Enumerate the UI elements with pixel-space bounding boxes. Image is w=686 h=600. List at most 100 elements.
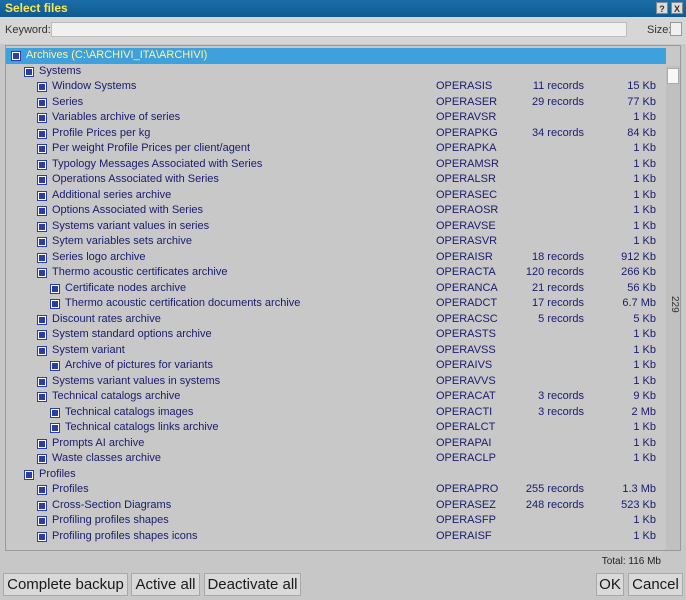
row-size: 1 Kb [633, 343, 656, 356]
row-records: 34 records [532, 126, 584, 139]
table-row[interactable]: Systems variant values in series OPERAVSE… [6, 219, 666, 235]
table-row[interactable]: Operations Associated with Series OPERALS… [6, 172, 666, 188]
row-checkbox[interactable] [37, 500, 47, 511]
row-records: 17 records [532, 297, 584, 309]
complete-backup-button[interactable]: Complete backup [3, 573, 128, 596]
row-checkbox[interactable] [37, 392, 47, 402]
table-row[interactable]: Cross-Section Diagrams OPERASEZ 248 record… [6, 498, 666, 514]
table-row[interactable]: Profile Prices per kg OPERAPKG 34 records 8… [6, 126, 666, 142]
table-row[interactable]: Thermo acoustic certification documents … [6, 296, 666, 312]
active-all-button[interactable]: Active all [131, 573, 200, 596]
table-row[interactable]: System variant OPERAVSS 1 Kb [6, 343, 666, 359]
row-size: 266 Kb [621, 266, 656, 278]
row-checkbox[interactable] [24, 66, 34, 77]
row-checkbox[interactable] [37, 97, 47, 108]
scroll-thumb[interactable] [667, 68, 679, 84]
row-size: 1 Kb [633, 452, 656, 464]
table-row[interactable]: Profiling profiles shapes icons OPERAISF 1… [6, 529, 666, 545]
row-checkbox[interactable] [37, 454, 47, 464]
row-name: Systems variant values in series [52, 219, 210, 232]
table-row[interactable]: Technical catalogs images OPERACTI 3 recor… [6, 405, 666, 421]
row-checkbox[interactable] [37, 206, 47, 216]
row-size: 1 Kb [633, 374, 656, 387]
row-name: Additional series archive [52, 188, 172, 201]
row-checkbox[interactable] [37, 376, 47, 387]
title-bar: Select files ? X [0, 0, 686, 17]
row-checkbox[interactable] [37, 221, 47, 232]
archive-tree: Archives (C:\ARCHIVI_ITA\ARCHIVI) Systems… [6, 48, 666, 544]
table-row[interactable]: Discount rates archive OPERACSC 5 records 5… [6, 312, 666, 328]
table-row[interactable]: Prompts AI archive OPERAPAI 1 Kb [6, 436, 666, 452]
row-checkbox[interactable] [37, 252, 47, 263]
tree-group[interactable]: Profiles [6, 467, 666, 483]
row-checkbox[interactable] [50, 407, 60, 418]
table-row[interactable]: System standard options archive OPERASTS 1… [6, 327, 666, 343]
row-code: OPERASEC [436, 188, 498, 201]
row-checkbox[interactable] [24, 469, 34, 480]
table-row[interactable]: Sytem variables sets archive OPERASVR 1 Kb [6, 234, 666, 250]
row-checkbox[interactable] [50, 423, 60, 433]
row-checkbox[interactable] [37, 190, 47, 201]
table-row[interactable]: Typology Messages Associated with Series… [6, 157, 666, 173]
row-code: OPERASVR [436, 235, 498, 247]
keyword-input[interactable] [51, 22, 627, 37]
table-row[interactable]: Additional series archive OPERASEC 1 Kb [6, 188, 666, 204]
table-row[interactable]: Options Associated with Series OPERAOSR 1 … [6, 203, 666, 219]
table-row[interactable]: Profiles OPERAPRO 255 records 1.3 Mb [6, 482, 666, 498]
row-checkbox[interactable] [37, 144, 47, 154]
deactivate-all-button[interactable]: Deactivate all [204, 573, 301, 596]
tree-group[interactable]: Systems [6, 64, 666, 80]
table-row[interactable]: Series OPERASER 29 records 77 Kb [6, 95, 666, 111]
row-code: OPERAPKA [436, 142, 497, 154]
ok-button[interactable]: OK [596, 573, 624, 596]
row-checkbox[interactable] [37, 531, 47, 542]
row-records: 11 records [532, 80, 584, 92]
table-row[interactable]: Series logo archive OPERAISR 18 records 912… [6, 250, 666, 266]
table-row[interactable]: Thermo acoustic certificates archive OPER… [6, 265, 666, 281]
row-code: OPERALCT [436, 421, 496, 433]
row-name: Discount rates archive [52, 312, 161, 325]
row-checkbox[interactable] [37, 438, 47, 449]
table-row[interactable]: Waste classes archive OPERACLP 1 Kb [6, 451, 666, 467]
row-name: Waste classes archive [52, 452, 162, 464]
help-button[interactable]: ? [656, 2, 668, 14]
row-checkbox[interactable] [37, 113, 47, 123]
table-row[interactable]: Technical catalogs links archive OPERALCT… [6, 420, 666, 436]
row-size: 1 Kb [633, 204, 656, 216]
close-button[interactable]: X [671, 2, 683, 14]
row-code: OPERASIS [436, 80, 493, 92]
row-size: 912 Kb [621, 250, 656, 263]
row-size: 1 Kb [633, 173, 656, 185]
row-checkbox[interactable] [37, 345, 47, 356]
tree-root[interactable]: Archives (C:\ARCHIVI_ITA\ARCHIVI) [6, 48, 666, 64]
row-checkbox[interactable] [37, 128, 47, 139]
table-row[interactable]: Certificate nodes archive OPERANCA 21 reco… [6, 281, 666, 297]
row-code: OPERAVSE [436, 219, 496, 232]
row-records: 18 records [532, 250, 584, 263]
table-row[interactable]: Technical catalogs archive OPERACAT 3 reco… [6, 389, 666, 405]
table-row[interactable]: Archive of pictures for variants OPERAIVS… [6, 358, 666, 374]
row-checkbox[interactable] [37, 330, 47, 340]
row-checkbox[interactable] [37, 314, 47, 325]
cancel-button[interactable]: Cancel [628, 573, 683, 596]
row-size: 5 Kb [633, 312, 656, 325]
row-checkbox[interactable] [50, 283, 60, 294]
total-size: Total: 116 Mb [601, 556, 661, 567]
table-row[interactable]: Per weight Profile Prices per client/age… [6, 141, 666, 157]
table-row[interactable]: Systems variant values in systems OPERAVV… [6, 374, 666, 390]
table-row[interactable]: Variables archive of series OPERAVSR 1 Kb [6, 110, 666, 126]
table-row[interactable]: Profiling profiles shapes OPERASFP 1 Kb [6, 513, 666, 529]
row-checkbox[interactable] [37, 268, 47, 278]
row-checkbox[interactable] [37, 82, 47, 92]
row-checkbox[interactable] [37, 175, 47, 185]
table-row[interactable]: Window Systems OPERASIS 11 records 15 Kb [6, 79, 666, 95]
row-checkbox[interactable] [50, 299, 60, 309]
row-checkbox[interactable] [11, 51, 21, 61]
row-checkbox[interactable] [50, 361, 60, 371]
size-checkbox[interactable] [670, 22, 682, 36]
row-checkbox[interactable] [37, 237, 47, 247]
row-checkbox[interactable] [37, 485, 47, 495]
row-code: OPERAMSR [436, 157, 499, 170]
row-checkbox[interactable] [37, 516, 47, 526]
row-checkbox[interactable] [37, 159, 47, 170]
